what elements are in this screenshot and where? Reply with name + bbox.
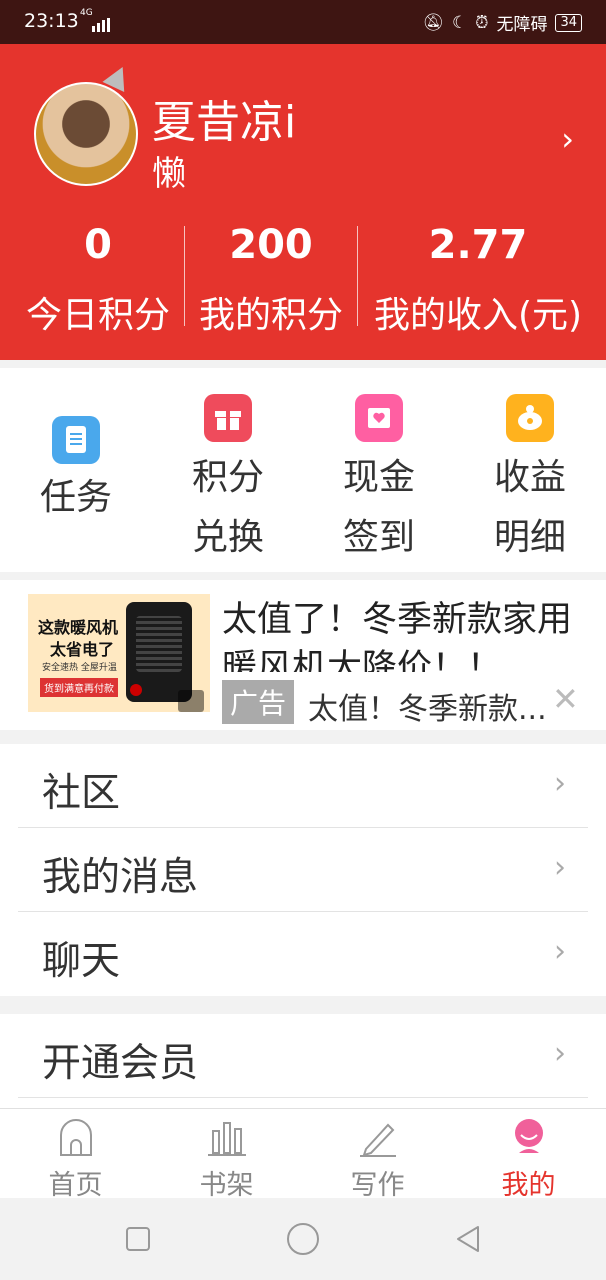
ad-subtitle: 太值！冬季新款... (308, 692, 547, 727)
chevron-right-icon: › (554, 850, 566, 885)
chevron-right-icon: › (554, 766, 566, 801)
accessibility-label: 无障碍 (496, 15, 548, 35)
tab-write[interactable]: 写作 (302, 1109, 453, 1201)
task-icon (52, 416, 100, 464)
pencil-icon (360, 1123, 396, 1157)
menu-group-2: 开通会员 › (0, 1014, 606, 1108)
menu-group-1: 社区 › 我的消息 › 聊天 › (0, 744, 606, 996)
status-time: 23:13 (24, 10, 79, 32)
stat-value: 0 (84, 222, 112, 268)
grid-item-income-detail[interactable]: 收益 明细 (454, 368, 606, 572)
ad-image[interactable]: 这款暖风机 太省电了 安全速热 全屋升温 货到满意再付款 (28, 594, 210, 712)
tab-label: 首页 (48, 1170, 103, 1201)
user-tag: 懒 (152, 154, 186, 194)
ad-banner[interactable]: 这款暖风机 太省电了 安全速热 全屋升温 货到满意再付款 太值了！冬季新款家用暖… (0, 580, 606, 730)
stat-my-points[interactable]: 200 我的积分 (185, 222, 357, 338)
chevron-right-icon: › (554, 1036, 566, 1071)
ad-image-text: 这款暖风机 (38, 618, 119, 637)
tab-mine[interactable]: 我的 (453, 1109, 604, 1201)
menu-item-membership[interactable]: 开通会员 › (0, 1014, 606, 1098)
status-right: 🔕︎ ☾ ⏰︎ 无障碍 34 (422, 10, 582, 35)
tab-label: 写作 (350, 1170, 405, 1201)
menu-item-community[interactable]: 社区 › (0, 744, 606, 828)
piggy-bank-icon (506, 394, 554, 442)
stat-label: 我的收入(元) (373, 295, 583, 336)
feature-grid: 任务 积分 兑换 现金 签到 收益 明细 (0, 368, 606, 572)
menu-item-label: 社区 (42, 771, 121, 816)
close-icon[interactable]: ✕ (552, 680, 579, 718)
menu-item-chat[interactable]: 聊天 › (0, 912, 606, 996)
tab-home[interactable]: 首页 (0, 1109, 151, 1201)
tab-label: 我的 (501, 1170, 556, 1201)
menu-item-label: 聊天 (42, 939, 121, 984)
menu-item-label: 我的消息 (42, 855, 199, 900)
gift-icon (204, 394, 252, 442)
ad-image-text: 货到满意再付款 (40, 678, 118, 697)
heater-image (126, 602, 192, 702)
refresh-icon (178, 690, 204, 712)
bell-mute-icon: 🔕︎ (422, 12, 444, 33)
user-name: 夏昔凉i (152, 97, 297, 148)
avatar[interactable] (34, 82, 138, 186)
stat-label: 我的积分 (198, 295, 343, 336)
grid-label: 收益 (493, 457, 566, 498)
home-icon (60, 1119, 92, 1156)
heart-envelope-icon (355, 394, 403, 442)
grid-label: 明细 (493, 517, 566, 558)
ad-badge: 广告 (222, 680, 295, 724)
ad-title[interactable]: 太值了！冬季新款家用暖风机大降价！！ (222, 596, 582, 672)
grid-item-task[interactable]: 任务 (0, 368, 152, 572)
battery-icon: 34 (555, 13, 582, 32)
profile-header[interactable]: 夏昔凉i 懒 › 0 今日积分 200 我的积分 2.77 我的收入(元) (0, 44, 606, 360)
tab-label: 书架 (199, 1170, 254, 1201)
stat-label: 今日积分 (25, 295, 170, 336)
profile-icon (515, 1119, 543, 1153)
bookshelf-icon (208, 1122, 246, 1156)
alarm-icon: ⏰︎ (475, 12, 489, 33)
signal-icon (92, 18, 110, 32)
home-button-icon[interactable] (286, 1222, 320, 1256)
menu-item-label: 开通会员 (42, 1041, 199, 1086)
tab-bookshelf[interactable]: 书架 (151, 1109, 302, 1201)
tab-bar: 首页 书架 写作 我的 (0, 1108, 606, 1201)
back-icon[interactable] (454, 1224, 482, 1254)
grid-label: 现金 (342, 457, 415, 498)
grid-label: 签到 (342, 517, 415, 558)
ad-image-text: 安全速热 全屋升温 (42, 663, 117, 673)
moon-icon: ☾ (451, 12, 468, 33)
stat-today-points[interactable]: 0 今日积分 (0, 222, 196, 338)
grid-label: 任务 (39, 477, 112, 518)
stat-income[interactable]: 2.77 我的收入(元) (358, 222, 598, 338)
grid-label: 积分 (191, 457, 264, 498)
grid-item-points-exchange[interactable]: 积分 兑换 (152, 368, 304, 572)
stat-value: 200 (229, 222, 313, 268)
divider (18, 1097, 588, 1098)
chevron-right-icon[interactable]: › (561, 120, 574, 158)
chevron-right-icon: › (554, 934, 566, 969)
grid-label: 兑换 (191, 517, 264, 558)
network-type: 4G (80, 8, 93, 18)
ad-image-text: 太省电了 (50, 640, 115, 659)
status-bar: 23:13 4G 🔕︎ ☾ ⏰︎ 无障碍 34 (0, 0, 606, 44)
recent-apps-icon[interactable] (125, 1226, 151, 1252)
grid-item-cash-checkin[interactable]: 现金 签到 (303, 368, 455, 572)
stat-value: 2.77 (428, 222, 528, 268)
system-nav-bar (0, 1198, 606, 1280)
menu-item-messages[interactable]: 我的消息 › (0, 828, 606, 912)
